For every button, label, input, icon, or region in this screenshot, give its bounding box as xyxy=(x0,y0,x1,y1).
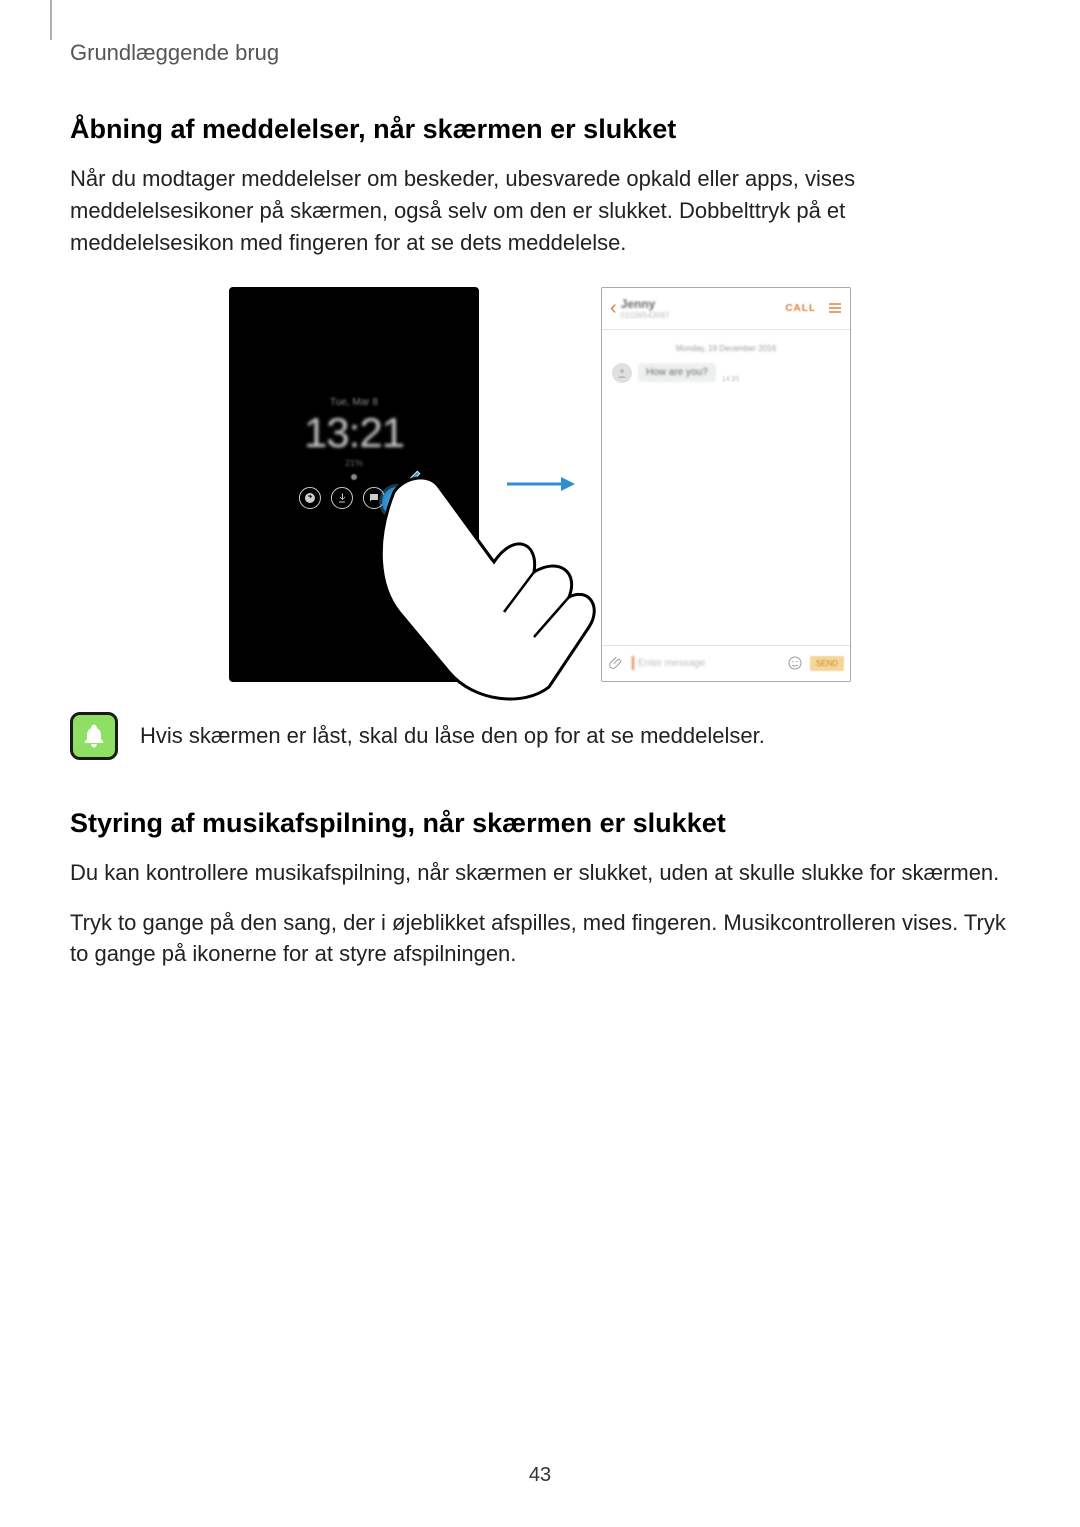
figure-row: Tue, Mar 8 13:21 21% xyxy=(70,287,1010,682)
chat-date: Monday, 19 December 2016 xyxy=(612,344,840,353)
missed-call-icon xyxy=(299,487,321,509)
aod-dot xyxy=(351,474,357,480)
menu-icon xyxy=(828,301,842,315)
margin-line xyxy=(50,0,52,40)
avatar-icon xyxy=(612,363,632,383)
message-input: Enter message xyxy=(632,656,780,670)
chat-header: ‹ Jenny 01036543087 CALL xyxy=(602,288,850,330)
attach-icon xyxy=(608,654,626,672)
touch-indicator xyxy=(382,487,412,517)
phone-aod-screenshot: Tue, Mar 8 13:21 21% xyxy=(229,287,479,682)
back-chevron-icon: ‹ xyxy=(610,297,617,320)
section2-body1: Du kan kontrollere musikafspilning, når … xyxy=(70,857,1010,889)
send-button: SEND xyxy=(810,656,844,671)
chat-input-bar: Enter message SEND xyxy=(602,645,850,681)
section2-heading: Styring af musikafspilning, når skærmen … xyxy=(70,808,1010,839)
aod-date: Tue, Mar 8 xyxy=(229,397,479,408)
emoji-icon xyxy=(786,654,804,672)
message-row: How are you? 14:35 xyxy=(612,363,840,383)
arrow-icon xyxy=(505,474,575,494)
message-time: 14:35 xyxy=(722,376,740,383)
aod-battery: 21% xyxy=(229,458,479,468)
call-label: CALL xyxy=(785,303,816,314)
note-row: Hvis skærmen er låst, skal du låse den o… xyxy=(70,712,1010,760)
download-icon xyxy=(331,487,353,509)
pen-icon xyxy=(404,467,424,487)
section1-body: Når du modtager meddelelser om beskeder,… xyxy=(70,163,1010,259)
chat-contact-name: Jenny xyxy=(621,297,782,311)
section2-body2: Tryk to gange på den sang, der i øjeblik… xyxy=(70,907,1010,971)
aod-time: 13:21 xyxy=(229,412,479,454)
chat-contact-number: 01036543087 xyxy=(621,311,782,320)
notification-bell-icon xyxy=(70,712,118,760)
note-text: Hvis skærmen er låst, skal du låse den o… xyxy=(140,723,765,749)
page-content: Grundlæggende brug Åbning af meddelelser… xyxy=(0,0,1080,970)
aod-notification-icons xyxy=(299,487,385,509)
section1-heading: Åbning af meddelelser, når skærmen er sl… xyxy=(70,114,1010,145)
phone-chat-screenshot: ‹ Jenny 01036543087 CALL Monday, 19 Dece… xyxy=(601,287,851,682)
message-bubble: How are you? xyxy=(638,363,716,382)
page-number: 43 xyxy=(0,1464,1080,1487)
chat-body: Monday, 19 December 2016 How are you? 14… xyxy=(602,330,850,645)
breadcrumb: Grundlæggende brug xyxy=(70,40,1010,66)
